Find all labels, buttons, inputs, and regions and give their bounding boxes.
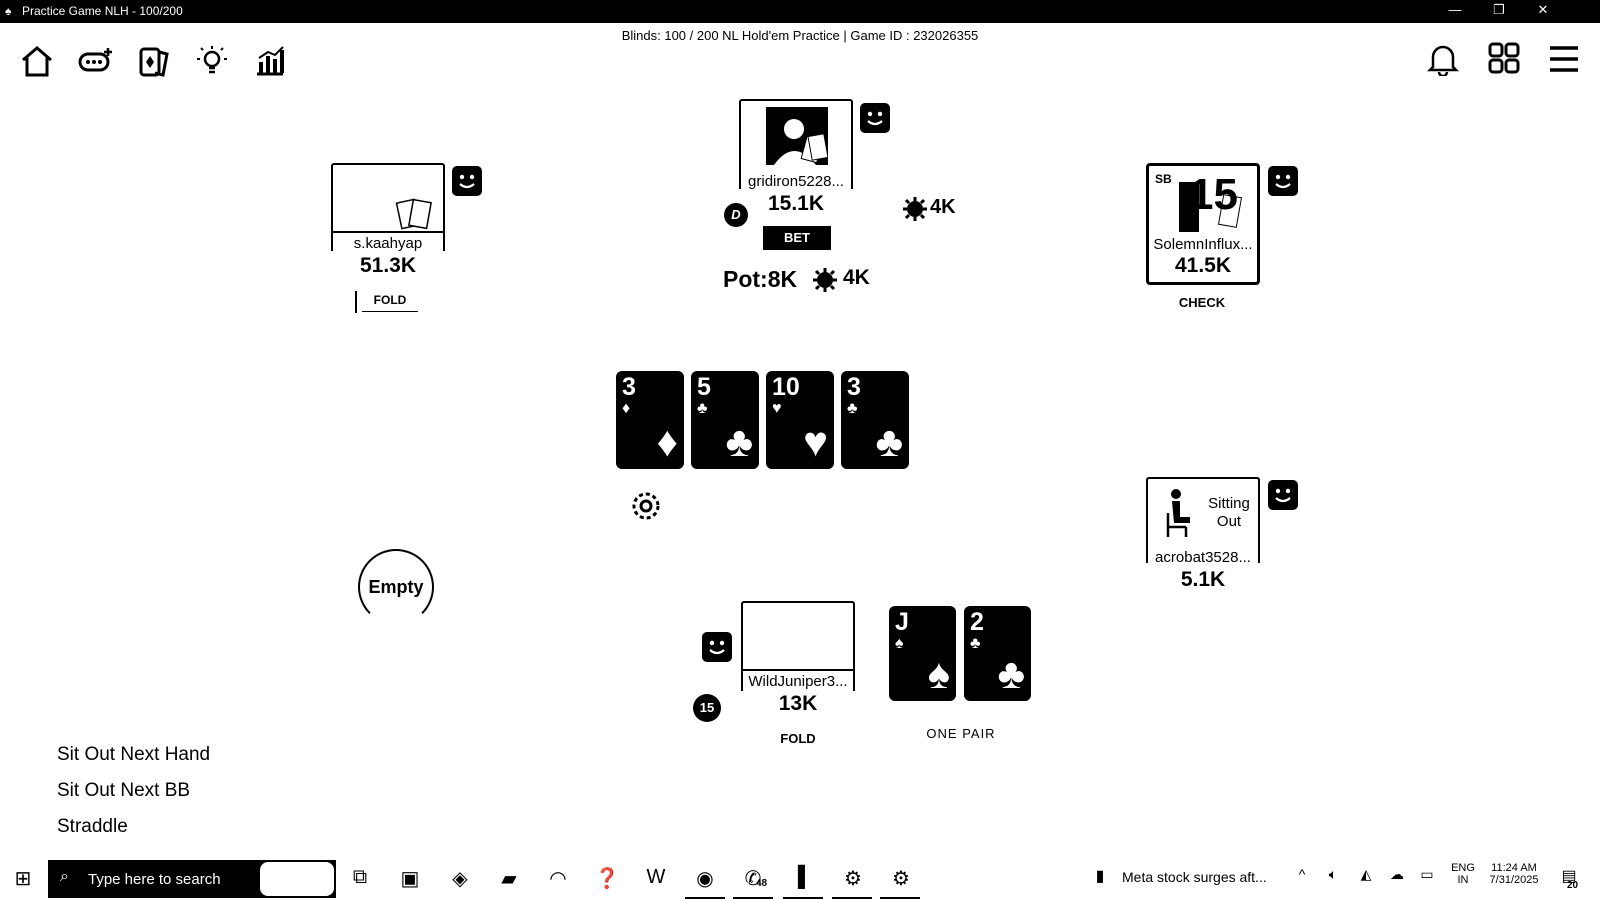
word-icon[interactable]: W xyxy=(641,866,671,889)
player-stack: 41.5K xyxy=(1174,254,1232,277)
hero-card: 2 ♣ ♣ xyxy=(964,606,1031,701)
search-bar[interactable]: ⌕ Type here to search xyxy=(48,860,336,898)
emoji-icon[interactable] xyxy=(702,632,732,662)
news-icon[interactable]: ▮ xyxy=(1085,866,1115,886)
chrome-icon[interactable]: ◉ xyxy=(690,866,720,891)
emoji-icon[interactable] xyxy=(860,103,890,133)
clock[interactable]: 11:24 AM 7/31/2025 xyxy=(1482,862,1546,886)
folded-cards-icon xyxy=(395,195,435,231)
game-info-header: Blinds: 100 / 200 NL Hold'em Practice | … xyxy=(621,28,979,43)
poker-app-icon-2[interactable]: ⚙ xyxy=(886,866,916,891)
player-name: SolemnInflux... xyxy=(1149,236,1257,253)
whatsapp-badge: 48 xyxy=(756,878,768,889)
minimize-icon[interactable]: — xyxy=(1440,2,1470,17)
sit-out-next-hand-option[interactable]: Sit Out Next Hand xyxy=(57,744,210,766)
board-card: 10 ♥ ♥ xyxy=(766,371,834,469)
title-bar: ♠ Practice Game NLH - 100/200 — ❐ ✕ xyxy=(0,0,1600,23)
hamburger-menu-icon[interactable] xyxy=(1548,44,1580,74)
board-card: 3 ♦ ♦ xyxy=(616,371,684,469)
network-icon[interactable]: ◭ xyxy=(1351,866,1381,883)
player-bet-amount: 4K xyxy=(930,196,956,218)
board-card: 5 ♣ ♣ xyxy=(691,371,759,469)
store-icon[interactable]: ▣ xyxy=(395,866,425,891)
sitting-out-status: Sitting Out xyxy=(1208,495,1250,530)
grid-icon[interactable] xyxy=(1488,42,1520,74)
seat-left[interactable]: s.kaahyap xyxy=(331,163,445,252)
chip-icon xyxy=(902,196,928,222)
pot-total: Pot:8K xyxy=(723,266,798,292)
player-name: WildJuniper3... xyxy=(743,673,853,690)
clock-date: 7/31/2025 xyxy=(1489,874,1539,886)
player-stack: 15.1K xyxy=(767,192,825,215)
search-highlight-image xyxy=(260,862,334,896)
bell-icon[interactable] xyxy=(1426,42,1460,78)
onedrive-icon[interactable]: ☁ xyxy=(1382,866,1412,883)
check-action-label: CHECK xyxy=(1178,295,1226,310)
dealer-button: D xyxy=(724,203,748,227)
settings-spinner-icon[interactable] xyxy=(628,488,664,524)
chevron-up-icon[interactable]: ^ xyxy=(1287,866,1317,882)
empty-seat-label: Empty xyxy=(368,577,424,597)
window-title: Practice Game NLH - 100/200 xyxy=(22,4,183,18)
bet-action-badge: BET xyxy=(763,226,831,250)
seat-right-top[interactable]: SB 15 SolemnInflux... 41.5K xyxy=(1146,163,1260,285)
fold-action-label: FOLD xyxy=(780,731,816,746)
player-avatar xyxy=(766,107,829,165)
player-stack: 13K xyxy=(778,692,818,715)
language-indicator[interactable]: ENG IN xyxy=(1448,862,1478,886)
hand-rank-label: ONE PAIR xyxy=(926,726,996,741)
board-card: 3 ♣ ♣ xyxy=(841,371,909,469)
notification-count: 20 xyxy=(1567,880,1579,891)
volume-icon[interactable]: 🔈︎ xyxy=(1318,866,1348,883)
player-name: gridiron5228... xyxy=(741,173,851,190)
emoji-icon[interactable] xyxy=(452,166,482,196)
search-placeholder: Type here to search xyxy=(88,871,221,888)
seat-hero[interactable]: WildJuniper3... xyxy=(741,601,855,691)
search-icon: ⌕ xyxy=(60,868,69,885)
battery-icon[interactable]: ▭ xyxy=(1412,866,1442,883)
pot-bets: 4K xyxy=(843,266,870,289)
turn-timer: 15 xyxy=(1189,170,1238,219)
small-blind-badge: SB xyxy=(1155,172,1172,186)
seat-top[interactable]: gridiron5228... xyxy=(739,99,853,190)
player-name: acrobat3528... xyxy=(1148,549,1258,566)
file-explorer-icon[interactable]: ▰ xyxy=(494,866,524,891)
edge-browser-icon[interactable]: ◠ xyxy=(543,866,573,891)
emoji-icon[interactable] xyxy=(1268,166,1298,196)
chip-icon xyxy=(812,267,838,293)
fold-action-label: FOLD xyxy=(362,293,418,312)
close-icon[interactable]: ✕ xyxy=(1528,2,1558,18)
hint-bulb-icon[interactable] xyxy=(195,44,229,78)
stats-chart-icon[interactable] xyxy=(253,44,287,78)
app-icon-2[interactable]: ❓ xyxy=(592,866,622,891)
sit-out-next-bb-option[interactable]: Sit Out Next BB xyxy=(57,780,190,802)
task-view-icon[interactable]: ⧉ xyxy=(345,866,375,889)
lang-code: ENG xyxy=(1451,862,1475,874)
poker-app-icon[interactable]: ⚙ xyxy=(838,866,868,891)
app-icon-3[interactable]: ▌ xyxy=(790,866,820,889)
player-name: s.kaahyap xyxy=(333,235,443,252)
taskbar: ⊞ ⌕ Type here to search ⧉ ▣ ◈ ▰ ◠ ❓ W ◉ … xyxy=(0,856,1600,900)
app-icon-1[interactable]: ◈ xyxy=(445,866,475,891)
hero-timer-icon: 15 xyxy=(693,694,721,722)
region-code: IN xyxy=(1457,874,1469,886)
straddle-option[interactable]: Straddle xyxy=(57,816,128,838)
player-stack: 51.3K xyxy=(359,254,417,277)
home-icon[interactable] xyxy=(20,44,54,78)
windows-start-icon[interactable]: ⊞ xyxy=(8,866,38,891)
cards-icon[interactable] xyxy=(138,44,170,78)
emoji-icon[interactable] xyxy=(1268,480,1298,510)
player-stack: 5.1K xyxy=(1180,568,1226,591)
clock-time: 11:24 AM xyxy=(1491,862,1537,874)
sitting-person-icon xyxy=(1162,487,1196,539)
news-ticker[interactable]: Meta stock surges aft... xyxy=(1122,869,1267,885)
restore-icon[interactable]: ❐ xyxy=(1484,2,1514,18)
add-table-icon[interactable] xyxy=(78,46,114,76)
seat-right-bottom[interactable]: Sitting Out acrobat3528... xyxy=(1146,477,1260,566)
app-logo-icon: ♠ xyxy=(5,4,12,18)
hero-card: J ♠ ♠ xyxy=(889,606,956,701)
